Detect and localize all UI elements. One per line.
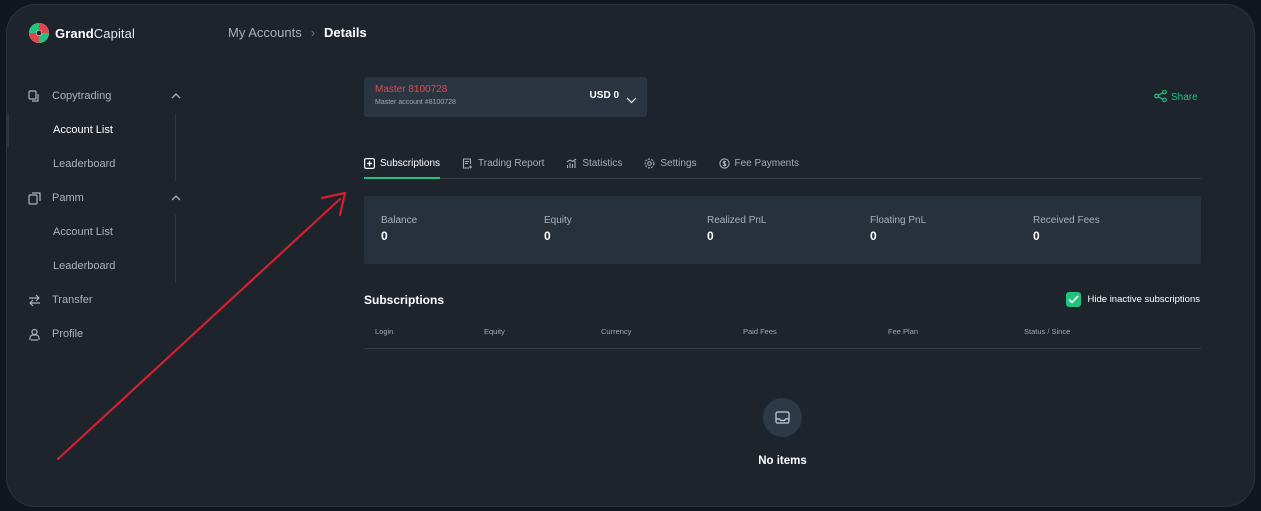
pamm-icon: [27, 191, 41, 205]
profile-icon: [27, 327, 41, 341]
brand-name: GrandCapital: [55, 25, 135, 41]
sidebar-item-label: Leaderboard: [53, 260, 116, 272]
report-icon: [462, 158, 473, 169]
sidebar: Copytrading Account List Leaderboard Pam…: [7, 79, 197, 351]
column-header-currency[interactable]: Currency: [601, 327, 631, 336]
stat-realized-pnl: Realized PnL 0: [707, 215, 766, 243]
breadcrumb: My Accounts › Details: [228, 25, 367, 40]
stat-label: Balance: [381, 215, 418, 226]
submenu-divider: [175, 113, 176, 147]
breadcrumb-current: Details: [324, 25, 367, 40]
statistics-icon: [566, 158, 577, 169]
detail-tabs: Subscriptions Trading Report Statistics …: [364, 149, 1201, 179]
app-frame: GrandCapital My Accounts › Details Copyt…: [6, 4, 1255, 507]
sidebar-group-pamm: Pamm Account List Leaderboard: [7, 181, 197, 283]
column-header-fee-plan[interactable]: Fee Plan: [888, 327, 918, 336]
breadcrumb-separator: ›: [310, 25, 316, 40]
transfer-icon: [27, 293, 41, 307]
sidebar-item-label: Copytrading: [52, 90, 112, 102]
sidebar-item-label: Account List: [53, 226, 113, 238]
tab-statistics[interactable]: Statistics: [566, 149, 622, 178]
tab-subscriptions[interactable]: Subscriptions: [364, 149, 441, 179]
submenu-divider: [175, 249, 176, 283]
account-stats-panel: Balance 0 Equity 0 Realized PnL 0 Floati…: [364, 196, 1201, 264]
copytrading-icon: [27, 89, 41, 103]
stat-equity: Equity 0: [544, 215, 572, 243]
stat-label: Equity: [544, 215, 572, 226]
active-indicator: [7, 113, 9, 147]
sidebar-item-pamm-account-list[interactable]: Account List: [7, 215, 197, 249]
chevron-up-icon[interactable]: [171, 193, 181, 203]
sidebar-group-copytrading: Copytrading Account List Leaderboard: [7, 79, 197, 181]
column-header-login[interactable]: Login: [375, 327, 393, 336]
sidebar-item-label: Leaderboard: [53, 158, 116, 170]
stat-label: Realized PnL: [707, 215, 767, 226]
account-name: Master 8100728: [375, 84, 448, 95]
sidebar-item-pamm-leaderboard[interactable]: Leaderboard: [7, 249, 197, 283]
coin-icon: [718, 158, 730, 169]
submenu-divider: [175, 215, 176, 249]
column-header-equity[interactable]: Equity: [484, 327, 505, 336]
tab-label: Settings: [660, 158, 697, 169]
tab-fee-payments[interactable]: Fee Payments: [718, 149, 799, 178]
tab-label: Fee Payments: [734, 158, 799, 169]
sidebar-item-profile[interactable]: Profile: [7, 317, 197, 351]
tab-trading-report[interactable]: Trading Report: [462, 149, 544, 178]
tab-label: Statistics: [582, 158, 623, 169]
empty-state-text: No items: [758, 455, 807, 467]
sidebar-item-copytrading[interactable]: Copytrading: [7, 79, 197, 113]
stat-value: 0: [870, 229, 877, 243]
tab-settings[interactable]: Settings: [644, 149, 697, 178]
stat-balance: Balance 0: [381, 215, 417, 243]
submenu-divider: [175, 147, 176, 181]
hide-inactive-label: Hide inactive subscriptions: [1087, 294, 1200, 305]
column-header-status-since[interactable]: Status / Since: [1024, 327, 1070, 336]
sidebar-item-pamm[interactable]: Pamm: [7, 181, 197, 215]
stat-label: Floating PnL: [870, 215, 927, 226]
sidebar-item-copytrading-leaderboard[interactable]: Leaderboard: [7, 147, 197, 181]
tab-label: Subscriptions: [380, 158, 441, 169]
account-selector[interactable]: Master 8100728 Master account #8100728 U…: [364, 77, 647, 117]
hide-inactive-checkbox[interactable]: [1065, 292, 1081, 307]
sidebar-item-label: Account List: [53, 124, 113, 136]
stat-value: 0: [381, 229, 388, 243]
sidebar-item-label: Profile: [52, 328, 84, 340]
share-label: Share: [1171, 92, 1198, 103]
column-header-paid-fees[interactable]: Paid Fees: [743, 327, 777, 336]
sidebar-item-copytrading-account-list[interactable]: Account List: [7, 113, 197, 147]
breadcrumb-my-accounts[interactable]: My Accounts: [228, 25, 302, 40]
sidebar-item-label: Pamm: [52, 192, 84, 204]
subscriptions-heading: Subscriptions: [364, 293, 445, 307]
chevron-up-icon[interactable]: [171, 91, 181, 101]
inbox-icon: [763, 398, 802, 437]
grandcapital-logo-icon: [29, 23, 49, 43]
stat-label: Received Fees: [1033, 215, 1100, 226]
chevron-down-icon[interactable]: [626, 92, 637, 104]
share-button[interactable]: Share: [1154, 89, 1198, 105]
settings-icon: [644, 158, 655, 169]
hide-inactive-toggle[interactable]: Hide inactive subscriptions: [1065, 292, 1200, 307]
subscriptions-table-header: Login Equity Currency Paid Fees Fee Plan…: [364, 323, 1201, 349]
sidebar-item-label: Transfer: [52, 294, 93, 306]
account-subtitle: Master account #8100728: [375, 99, 456, 106]
brand-logo[interactable]: GrandCapital: [29, 23, 135, 43]
sidebar-item-transfer[interactable]: Transfer: [7, 283, 197, 317]
stat-value: 0: [707, 229, 714, 243]
stat-floating-pnl: Floating PnL 0: [870, 215, 926, 243]
stat-value: 0: [544, 229, 551, 243]
tab-label: Trading Report: [478, 158, 545, 169]
stat-value: 0: [1033, 229, 1040, 243]
share-icon: [1154, 89, 1167, 105]
stat-received-fees: Received Fees 0: [1033, 215, 1100, 243]
account-balance: USD 0: [589, 90, 619, 101]
plus-square-icon: [364, 158, 375, 169]
